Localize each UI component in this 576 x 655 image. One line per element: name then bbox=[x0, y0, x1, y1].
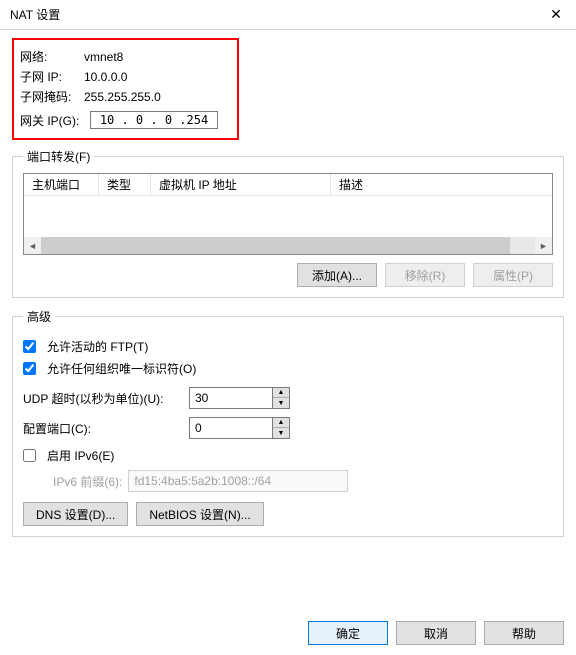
port-forward-legend: 端口转发(F) bbox=[23, 148, 94, 165]
ipv6-checkbox[interactable] bbox=[23, 449, 36, 462]
col-type[interactable]: 类型 bbox=[99, 174, 151, 195]
dialog-footer: 确定 取消 帮助 bbox=[308, 621, 564, 645]
subnet-mask-label: 子网掩码: bbox=[20, 88, 80, 105]
cfg-spin-down-icon[interactable]: ▼ bbox=[273, 428, 289, 438]
gateway-label: 网关 IP(G): bbox=[20, 112, 90, 129]
udp-spin-down-icon[interactable]: ▼ bbox=[273, 398, 289, 408]
scroll-right-icon[interactable]: ► bbox=[535, 237, 552, 254]
port-forward-group: 端口转发(F) 主机端口 类型 虚拟机 IP 地址 描述 ◄ ► 添加(A)..… bbox=[12, 148, 564, 298]
scroll-thumb[interactable] bbox=[41, 237, 510, 254]
netbios-settings-button[interactable]: NetBIOS 设置(N)... bbox=[136, 502, 263, 526]
close-button[interactable]: ✕ bbox=[536, 0, 576, 30]
config-port-input[interactable] bbox=[189, 417, 273, 439]
network-value: vmnet8 bbox=[84, 50, 123, 64]
add-button[interactable]: 添加(A)... bbox=[297, 263, 377, 287]
subnet-ip-value: 10.0.0.0 bbox=[84, 70, 127, 84]
col-host-port[interactable]: 主机端口 bbox=[24, 174, 99, 195]
remove-button: 移除(R) bbox=[385, 263, 465, 287]
horizontal-scrollbar[interactable]: ◄ ► bbox=[24, 237, 552, 254]
ipv6-prefix-label: IPv6 前缀(6): bbox=[53, 473, 122, 490]
subnet-ip-label: 子网 IP: bbox=[20, 68, 80, 85]
scroll-left-icon[interactable]: ◄ bbox=[24, 237, 41, 254]
subnet-mask-value: 255.255.255.0 bbox=[84, 90, 161, 104]
window-title: NAT 设置 bbox=[10, 6, 60, 23]
gateway-input[interactable] bbox=[90, 111, 218, 129]
advanced-group: 高级 允许活动的 FTP(T) 允许任何组织唯一标识符(O) UDP 超时(以秒… bbox=[12, 308, 564, 537]
udp-timeout-label: UDP 超时(以秒为单位)(U): bbox=[23, 390, 183, 407]
network-info-box: 网络: vmnet8 子网 IP: 10.0.0.0 子网掩码: 255.255… bbox=[12, 38, 239, 140]
oui-label: 允许任何组织唯一标识符(O) bbox=[47, 360, 196, 377]
col-vm-ip[interactable]: 虚拟机 IP 地址 bbox=[151, 174, 331, 195]
properties-button: 属性(P) bbox=[473, 263, 553, 287]
table-body bbox=[24, 196, 552, 240]
advanced-legend: 高级 bbox=[23, 308, 55, 325]
oui-checkbox[interactable] bbox=[23, 362, 36, 375]
cancel-button[interactable]: 取消 bbox=[396, 621, 476, 645]
network-label: 网络: bbox=[20, 48, 80, 65]
udp-timeout-input[interactable] bbox=[189, 387, 273, 409]
dns-settings-button[interactable]: DNS 设置(D)... bbox=[23, 502, 128, 526]
udp-spin-up-icon[interactable]: ▲ bbox=[273, 388, 289, 398]
col-desc[interactable]: 描述 bbox=[331, 174, 552, 195]
config-port-label: 配置端口(C): bbox=[23, 420, 183, 437]
port-forward-table[interactable]: 主机端口 类型 虚拟机 IP 地址 描述 ◄ ► bbox=[23, 173, 553, 255]
ok-button[interactable]: 确定 bbox=[308, 621, 388, 645]
ftp-checkbox[interactable] bbox=[23, 340, 36, 353]
ipv6-prefix-input bbox=[128, 470, 348, 492]
titlebar: NAT 设置 ✕ bbox=[0, 0, 576, 30]
ipv6-enable-label: 启用 IPv6(E) bbox=[47, 447, 114, 464]
help-button[interactable]: 帮助 bbox=[484, 621, 564, 645]
ftp-label: 允许活动的 FTP(T) bbox=[47, 338, 148, 355]
cfg-spin-up-icon[interactable]: ▲ bbox=[273, 418, 289, 428]
